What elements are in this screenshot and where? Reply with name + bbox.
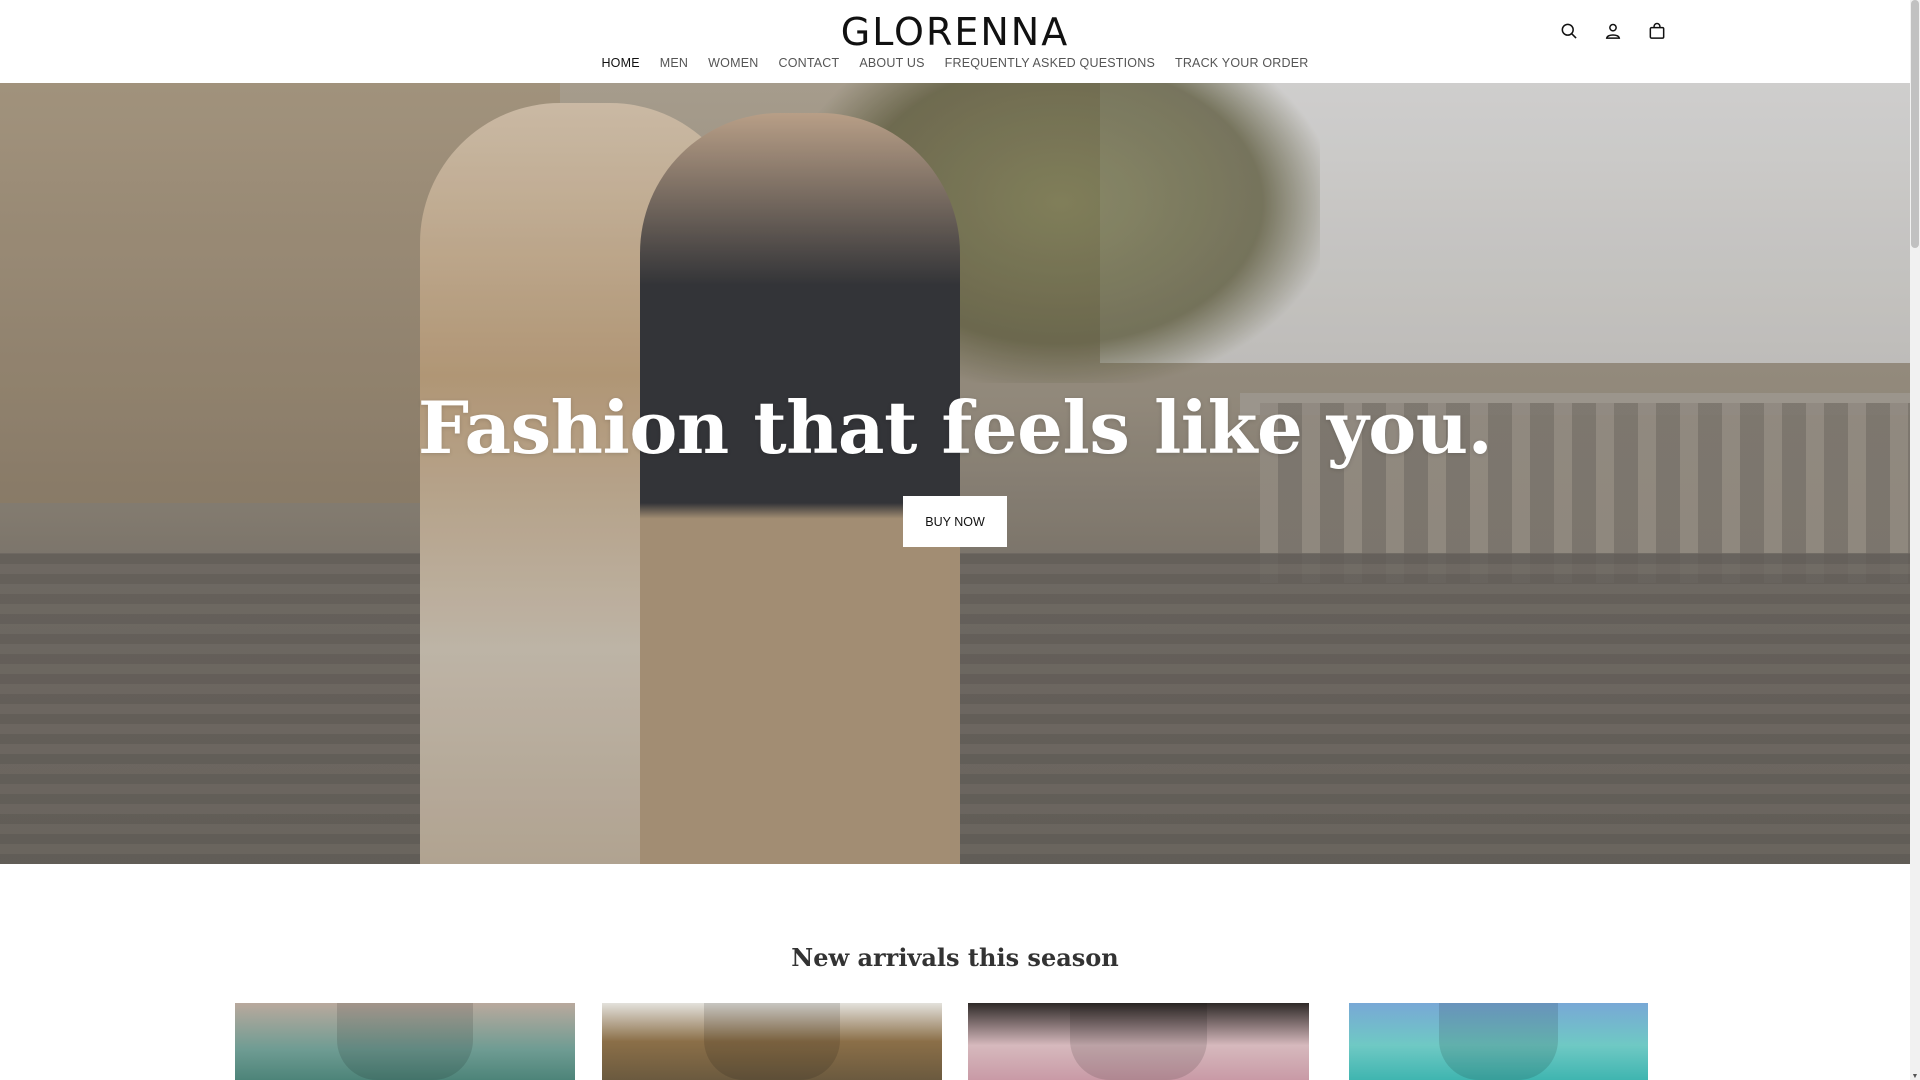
scroll-down-icon[interactable]: ▼ (1911, 1072, 1919, 1080)
product-card[interactable] (968, 1003, 1309, 1080)
nav-item-faq[interactable]: FREQUENTLY ASKED QUESTIONS (945, 56, 1155, 70)
product-card[interactable] (235, 1003, 575, 1080)
product-image (1070, 1003, 1207, 1080)
product-image (337, 1003, 473, 1080)
product-card[interactable] (602, 1003, 942, 1080)
nav-item-home[interactable]: HOME (601, 56, 639, 70)
main-nav: HOME MEN WOMEN CONTACT ABOUT US FREQUENT… (0, 56, 1910, 70)
nav-item-track-order[interactable]: TRACK YOUR ORDER (1175, 56, 1309, 70)
product-image (704, 1003, 840, 1080)
account-icon[interactable] (1602, 20, 1624, 42)
cart-icon[interactable] (1646, 20, 1668, 42)
scrollbar-thumb[interactable] (1911, 0, 1919, 248)
product-image (1438, 1003, 1559, 1080)
site-header: GLORENNA HOME MEN WOMEN CONTACT ABOUT US (0, 0, 1910, 83)
product-grid (0, 1003, 1910, 1080)
nav-item-contact[interactable]: CONTACT (778, 56, 839, 70)
buy-now-button[interactable]: BUY NOW (903, 496, 1007, 547)
product-card[interactable] (1349, 1003, 1648, 1080)
page-scrollbar[interactable]: ▼ (1910, 0, 1920, 1080)
search-icon[interactable] (1558, 20, 1580, 42)
header-icons (1558, 20, 1668, 42)
nav-item-men[interactable]: MEN (660, 56, 688, 70)
hero-overlay (0, 83, 1910, 864)
new-arrivals-title: New arrivals this season (791, 943, 1119, 972)
nav-item-women[interactable]: WOMEN (708, 56, 758, 70)
nav-item-about-us[interactable]: ABOUT US (859, 56, 924, 70)
hero-banner: Fashion that feels like you. BUY NOW (0, 83, 1910, 864)
hero-title: Fashion that feels like you. (417, 385, 1493, 470)
